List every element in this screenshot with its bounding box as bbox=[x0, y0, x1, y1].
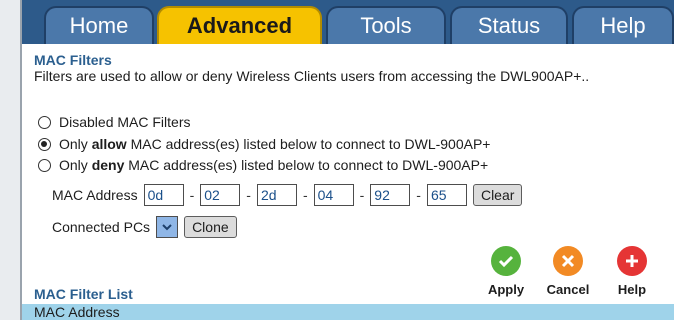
connected-pcs-dropdown[interactable] bbox=[156, 216, 179, 238]
mac-filter-list-title: MAC Filter List bbox=[34, 286, 133, 302]
radio-disabled[interactable] bbox=[38, 115, 51, 129]
tab-help[interactable]: Help bbox=[572, 6, 674, 44]
mac-separator: - bbox=[359, 187, 365, 203]
connected-pcs-label: Connected PCs bbox=[52, 219, 151, 235]
deny-suffix: MAC address(es) listed below to connect … bbox=[128, 157, 489, 173]
mac-octet-3[interactable] bbox=[256, 184, 297, 206]
option-disabled-label: Disabled MAC Filters bbox=[59, 114, 191, 130]
radio-deny[interactable] bbox=[38, 158, 51, 172]
mac-filters-panel: Home Advanced Tools Status Help MAC Filt… bbox=[20, 0, 674, 320]
action-buttons: Apply Cancel Help bbox=[476, 246, 672, 302]
mac-separator: - bbox=[189, 187, 195, 203]
mac-octet-6[interactable] bbox=[426, 184, 467, 206]
deny-prefix: Only bbox=[59, 157, 88, 173]
clone-button[interactable]: Clone bbox=[184, 216, 237, 238]
deny-bold: deny bbox=[91, 157, 125, 173]
apply-label: Apply bbox=[487, 282, 525, 297]
cancel-button[interactable]: Cancel bbox=[538, 246, 598, 297]
help-label: Help bbox=[617, 282, 647, 297]
mac-address-label: MAC Address bbox=[52, 187, 138, 203]
mac-separator: - bbox=[416, 187, 421, 203]
plus-icon bbox=[617, 246, 647, 276]
option-deny[interactable]: Only deny MAC address(es) listed below t… bbox=[38, 157, 488, 173]
clear-button[interactable]: Clear bbox=[472, 184, 523, 206]
allow-prefix: Only bbox=[59, 136, 88, 152]
checkmark-icon bbox=[491, 246, 521, 276]
apply-button[interactable]: Apply bbox=[476, 246, 536, 297]
option-allow[interactable]: Only allow MAC address(es) listed below … bbox=[38, 136, 490, 152]
help-button[interactable]: Help bbox=[602, 246, 662, 297]
option-deny-label: Only deny MAC address(es) listed below t… bbox=[59, 157, 488, 173]
tab-advanced[interactable]: Advanced bbox=[157, 6, 322, 44]
x-icon bbox=[553, 246, 583, 276]
mac-octet-2[interactable] bbox=[200, 184, 241, 206]
tab-status[interactable]: Status bbox=[450, 6, 568, 44]
chevron-down-icon bbox=[162, 224, 172, 231]
option-allow-label: Only allow MAC address(es) listed below … bbox=[59, 136, 490, 152]
mac-octet-5[interactable] bbox=[370, 184, 411, 206]
section-description: Filters are used to allow or deny Wirele… bbox=[34, 68, 590, 84]
connected-pcs-row: Connected PCs Clone bbox=[52, 216, 237, 238]
option-disabled[interactable]: Disabled MAC Filters bbox=[38, 114, 190, 130]
mac-separator: - bbox=[246, 187, 251, 203]
mac-octet-4[interactable] bbox=[313, 184, 354, 206]
radio-allow[interactable] bbox=[38, 137, 51, 151]
mac-address-row: MAC Address - - - - - Clear bbox=[52, 184, 523, 206]
mac-octet-1[interactable] bbox=[143, 184, 184, 206]
mac-separator: - bbox=[302, 187, 308, 203]
mac-filter-list-header: MAC Address bbox=[22, 304, 674, 320]
tab-home[interactable]: Home bbox=[44, 6, 154, 44]
nav-tabs: Home Advanced Tools Status Help bbox=[22, 0, 674, 44]
allow-bold: allow bbox=[91, 136, 127, 152]
tab-tools[interactable]: Tools bbox=[326, 6, 446, 44]
cancel-label: Cancel bbox=[546, 282, 590, 297]
allow-suffix: MAC address(es) listed below to connect … bbox=[130, 136, 491, 152]
section-title: MAC Filters bbox=[34, 52, 112, 68]
